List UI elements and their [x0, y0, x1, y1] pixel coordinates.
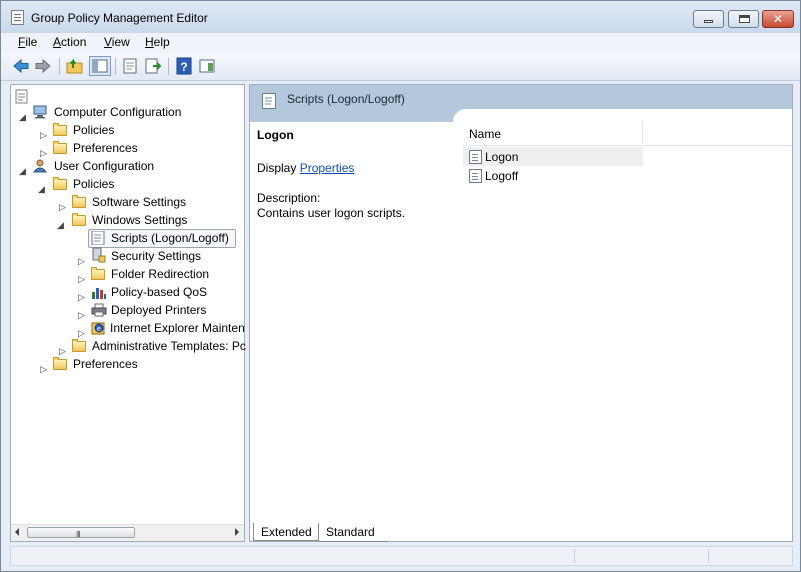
- column-header-name[interactable]: Name: [469, 127, 501, 141]
- folder-icon: [72, 195, 86, 208]
- security-icon: [91, 247, 107, 263]
- details-header-title: Scripts (Logon/Logoff): [287, 92, 405, 106]
- expand-icon: ▷: [59, 346, 66, 356]
- status-bar: [10, 546, 793, 566]
- minimize-button[interactable]: [693, 10, 724, 28]
- user-icon: [32, 159, 49, 173]
- svg-text:e: e: [97, 326, 101, 333]
- toolbar-separator: [59, 58, 60, 75]
- description-text: Contains user logon scripts.: [257, 206, 406, 220]
- expand-icon: ▷: [40, 130, 47, 140]
- menu-view[interactable]: View: [104, 35, 130, 49]
- view-tabs: Extended Standard: [249, 522, 793, 542]
- scrollbar-grip: III: [76, 530, 81, 539]
- collapse-icon: ◢: [19, 112, 26, 122]
- title-bar: Group Policy Management Editor ✕: [1, 1, 800, 33]
- properties-icon: [123, 58, 137, 74]
- folder-icon: [91, 267, 105, 280]
- console-tree: ◢ Computer Configuration ▷ Policies ▷ Pr…: [10, 84, 246, 542]
- folder-icon: [72, 213, 86, 226]
- svg-text:?: ?: [180, 60, 187, 74]
- script-icon: [91, 230, 107, 246]
- display-properties: Display Properties: [257, 161, 355, 175]
- folder-icon: [53, 177, 67, 190]
- window-title: Group Policy Management Editor: [31, 11, 208, 25]
- app-window: Group Policy Management Editor ✕ File Ac…: [0, 0, 801, 572]
- expand-icon: ▷: [59, 202, 66, 212]
- script-icon: [469, 150, 482, 164]
- ie-maintenance-icon: e: [91, 321, 107, 335]
- description-label: Description:: [257, 191, 321, 205]
- status-separator: [574, 549, 575, 563]
- computer-icon: [33, 105, 49, 119]
- expand-icon: ▷: [78, 328, 85, 338]
- expand-icon: ▷: [78, 292, 85, 302]
- collapse-icon: ◢: [57, 220, 64, 230]
- menu-file[interactable]: File: [18, 35, 37, 49]
- qos-chart-icon: [91, 285, 107, 299]
- expand-icon: ▷: [78, 256, 85, 266]
- collapse-icon: ◢: [19, 166, 26, 176]
- app-icon: [11, 10, 24, 25]
- printer-icon: [91, 303, 107, 317]
- script-icon: [262, 93, 276, 109]
- properties-button[interactable]: [121, 57, 139, 75]
- export-list-icon: [145, 58, 162, 74]
- maximize-icon: [739, 15, 750, 23]
- up-one-level-button[interactable]: [66, 57, 84, 75]
- details-header: Scripts (Logon/Logoff): [250, 85, 792, 122]
- action-pane-icon: [199, 59, 215, 73]
- details-pane: Scripts (Logon/Logoff) Logon Display Pro…: [249, 84, 793, 542]
- forward-arrow-icon: [35, 58, 51, 74]
- close-icon: ✕: [772, 12, 784, 26]
- expand-icon: ▷: [78, 274, 85, 284]
- horizontal-scrollbar[interactable]: III: [11, 524, 244, 541]
- list-item-logoff[interactable]: Logoff: [463, 166, 643, 185]
- minimize-icon: [704, 20, 713, 23]
- gpo-document-icon: [15, 89, 31, 104]
- toolbar: ?: [1, 53, 800, 81]
- scroll-left-icon[interactable]: [15, 528, 19, 536]
- console-tree-icon: [92, 59, 108, 73]
- script-icon: [469, 169, 482, 183]
- help-button[interactable]: ?: [175, 57, 193, 75]
- description-block: Description: Contains user logon scripts…: [257, 191, 405, 221]
- scrollbar-thumb[interactable]: III: [27, 527, 135, 539]
- column-divider[interactable]: [642, 122, 643, 144]
- expand-icon: ▷: [78, 310, 85, 320]
- list-header: Name: [463, 122, 792, 146]
- folder-up-icon: [66, 58, 83, 74]
- help-icon: ?: [176, 57, 192, 75]
- header-curve: [453, 109, 792, 122]
- menu-help[interactable]: Help: [145, 35, 170, 49]
- properties-link[interactable]: Properties: [300, 161, 355, 175]
- tab-extended[interactable]: Extended: [253, 523, 319, 541]
- show-action-pane-button[interactable]: [198, 57, 216, 75]
- scroll-right-icon[interactable]: [235, 528, 239, 536]
- show-hide-console-tree-button[interactable]: [89, 56, 111, 76]
- toolbar-separator: [168, 58, 169, 75]
- folder-icon: [53, 141, 67, 154]
- menu-bar: File Action View Help: [1, 33, 800, 53]
- back-button[interactable]: [12, 57, 30, 75]
- toolbar-separator: [115, 58, 116, 75]
- export-list-button[interactable]: [144, 57, 162, 75]
- collapse-icon: ◢: [38, 184, 45, 194]
- list-item-logon[interactable]: Logon: [463, 147, 643, 166]
- expand-icon: ▷: [40, 364, 47, 374]
- tab-standard[interactable]: Standard: [319, 523, 388, 542]
- forward-button[interactable]: [34, 57, 52, 75]
- folder-icon: [53, 357, 67, 370]
- close-button[interactable]: ✕: [762, 10, 794, 28]
- status-separator: [708, 549, 709, 563]
- back-arrow-icon: [13, 58, 29, 74]
- selected-item-title: Logon: [257, 128, 294, 142]
- maximize-button[interactable]: [728, 10, 759, 28]
- menu-action[interactable]: Action: [53, 35, 86, 49]
- folder-icon: [53, 123, 67, 136]
- folder-icon: [72, 339, 86, 352]
